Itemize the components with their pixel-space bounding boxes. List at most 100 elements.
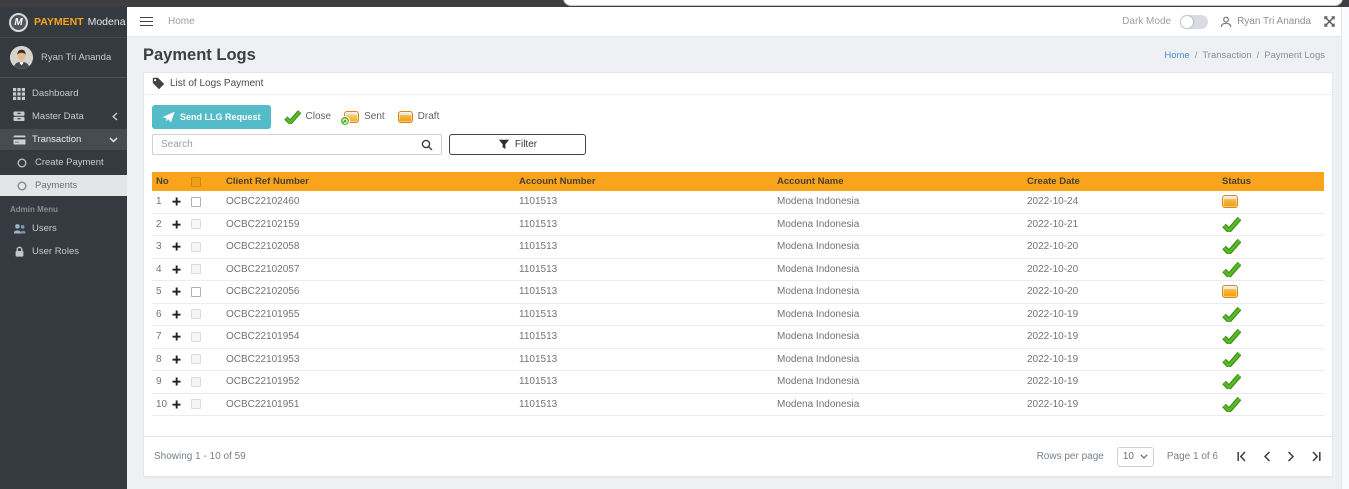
account-number-cell: 1101513	[519, 219, 777, 230]
users-icon	[12, 223, 26, 234]
row-checkbox[interactable]	[191, 219, 201, 229]
table-footer: Showing 1 - 10 of 59 Rows per page 10 Pa…	[144, 436, 1332, 476]
col-create-date: Create Date	[1027, 176, 1222, 187]
legend-draft-label: Draft	[418, 111, 440, 122]
payment-logs-table: No Client Ref Number Account Number Acco…	[152, 172, 1324, 416]
status-close-check-icon	[1222, 307, 1241, 322]
table-row: 9 OCBC22101952 1101513 Modena Indonesia …	[152, 371, 1324, 394]
showing-count: Showing 1 - 10 of 59	[154, 451, 246, 462]
account-name-cell: Modena Indonesia	[777, 354, 1027, 365]
brand-logo-icon: M	[9, 13, 28, 32]
status-cell	[1222, 217, 1324, 232]
paper-plane-icon	[162, 111, 175, 123]
folder-sent-icon	[344, 111, 359, 123]
account-number-cell: 1101513	[519, 354, 777, 365]
row-checkbox[interactable]	[191, 354, 201, 364]
account-number-cell: 1101513	[519, 286, 777, 297]
sidebar-item-users[interactable]: Users	[0, 218, 127, 239]
funnel-icon	[498, 139, 510, 150]
breadcrumb-current: Payment Logs	[1264, 50, 1325, 61]
expand-row-icon[interactable]	[172, 265, 181, 274]
last-page-button[interactable]	[1311, 451, 1322, 462]
create-date-cell: 2022-10-20	[1027, 241, 1222, 252]
select-all-checkbox[interactable]	[191, 177, 201, 187]
expand-row-icon[interactable]	[172, 377, 181, 386]
account-number-cell: 1101513	[519, 264, 777, 275]
topbar-user-menu[interactable]: Ryan Tri Ananda	[1220, 16, 1311, 28]
row-checkbox[interactable]	[191, 309, 201, 319]
account-name-cell: Modena Indonesia	[777, 264, 1027, 275]
sidebar-item-master-data[interactable]: Master Data	[0, 106, 127, 127]
status-close-check-icon	[1222, 329, 1241, 344]
row-checkbox[interactable]	[191, 197, 201, 207]
expand-row-icon[interactable]	[172, 355, 181, 364]
folder-draft-icon	[398, 111, 413, 123]
row-checkbox[interactable]	[191, 287, 201, 297]
sidebar-item-dashboard[interactable]: Dashboard	[0, 83, 127, 104]
sidebar-section-label: Admin Menu	[0, 198, 127, 218]
brand-link[interactable]: M PAYMENT Modena	[0, 7, 127, 38]
account-number-cell: 1101513	[519, 399, 777, 410]
row-number: 3	[152, 241, 172, 252]
sidebar-item-create-payment[interactable]: Create Payment	[0, 152, 127, 173]
expand-row-icon[interactable]	[172, 400, 181, 409]
rows-per-page-select[interactable]: 10	[1117, 447, 1154, 467]
expand-row-icon[interactable]	[172, 220, 181, 229]
breadcrumb-transaction: Transaction	[1202, 50, 1251, 61]
client-ref-cell: OCBC22101954	[226, 331, 519, 342]
create-date-cell: 2022-10-19	[1027, 354, 1222, 365]
expand-row-icon[interactable]	[172, 332, 181, 341]
sidebar: M PAYMENT Modena Ryan Tri Ananda Dashboa…	[0, 7, 127, 489]
table-row: 1 OCBC22102460 1101513 Modena Indonesia …	[152, 191, 1324, 214]
status-cell	[1222, 374, 1324, 389]
expand-row-icon[interactable]	[172, 287, 181, 296]
next-page-button[interactable]	[1287, 451, 1295, 462]
expand-row-icon[interactable]	[172, 197, 181, 206]
expand-row-icon[interactable]	[172, 242, 181, 251]
boxes-icon	[12, 111, 26, 122]
sidebar-item-user-roles[interactable]: User Roles	[0, 241, 127, 262]
col-status: Status	[1222, 176, 1324, 187]
fullscreen-button[interactable]	[1324, 16, 1335, 27]
account-name-cell: Modena Indonesia	[777, 376, 1027, 387]
first-page-button[interactable]	[1236, 451, 1247, 462]
row-checkbox[interactable]	[191, 242, 201, 252]
credit-card-icon	[12, 135, 26, 145]
prev-page-button[interactable]	[1263, 451, 1271, 462]
search-input[interactable]	[153, 139, 421, 150]
expand-row-icon[interactable]	[172, 310, 181, 319]
menu-toggle-button[interactable]	[140, 17, 153, 27]
filter-button[interactable]: Filter	[449, 134, 586, 155]
rows-per-page-value: 10	[1123, 451, 1134, 462]
create-date-cell: 2022-10-19	[1027, 376, 1222, 387]
sidebar-item-label: Master Data	[32, 111, 84, 122]
circle-icon	[15, 181, 29, 191]
client-ref-cell: OCBC22101953	[226, 354, 519, 365]
col-no: No	[152, 176, 172, 187]
row-checkbox[interactable]	[191, 399, 201, 409]
client-ref-cell: OCBC22102056	[226, 286, 519, 297]
row-checkbox[interactable]	[191, 377, 201, 387]
breadcrumb-home-link[interactable]: Home	[1164, 50, 1189, 61]
row-checkbox[interactable]	[191, 332, 201, 342]
grid-icon	[12, 88, 26, 100]
sidebar-item-transaction[interactable]: Transaction	[0, 129, 127, 150]
row-number: 4	[152, 264, 172, 275]
status-close-check-icon	[1222, 374, 1241, 389]
scrollbar[interactable]	[1341, 7, 1349, 489]
row-checkbox[interactable]	[191, 264, 201, 274]
client-ref-cell: OCBC22101955	[226, 309, 519, 320]
send-llg-request-button[interactable]: Send LLG Request	[152, 105, 271, 129]
topbar-home-link[interactable]: Home	[168, 16, 195, 27]
sidebar-user[interactable]: Ryan Tri Ananda	[0, 38, 127, 78]
sidebar-item-label: User Roles	[32, 246, 79, 257]
col-account-name: Account Name	[777, 176, 1027, 187]
account-name-cell: Modena Indonesia	[777, 196, 1027, 207]
sidebar-item-label: Transaction	[32, 134, 81, 145]
card-title: List of Logs Payment	[170, 78, 263, 89]
table-header-row: No Client Ref Number Account Number Acco…	[152, 172, 1324, 191]
sidebar-item-payments[interactable]: Payments	[0, 175, 127, 196]
dark-mode-toggle[interactable]	[1180, 15, 1208, 29]
person-icon	[1220, 16, 1232, 28]
table-row: 7 OCBC22101954 1101513 Modena Indonesia …	[152, 326, 1324, 349]
